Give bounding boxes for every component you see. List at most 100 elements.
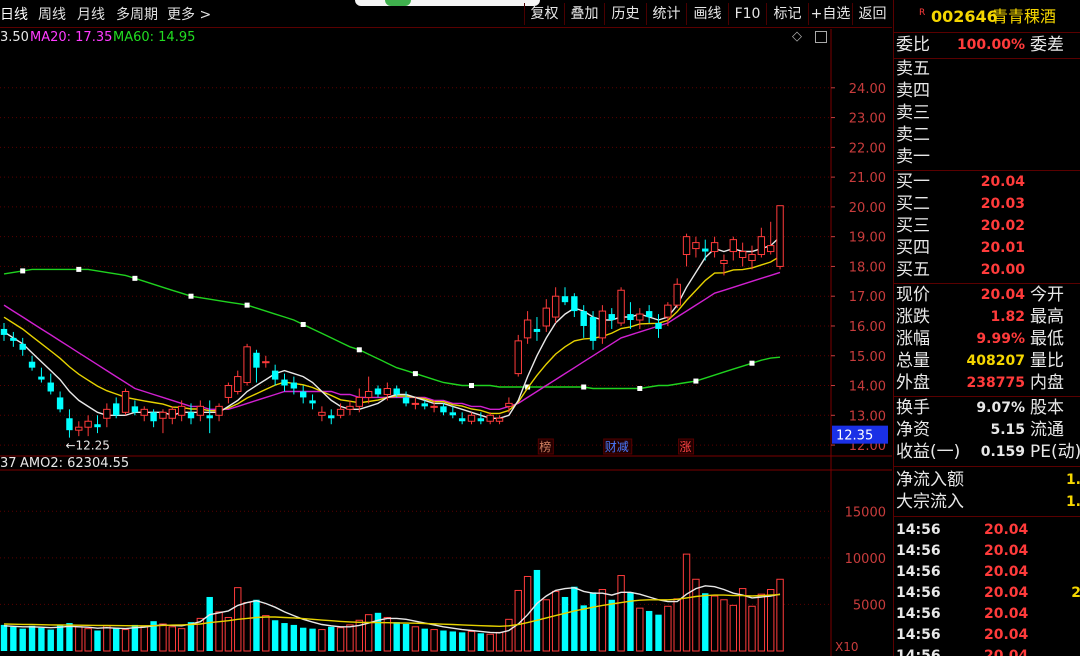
buy-4-row[interactable]: 买四 20.01 bbox=[894, 238, 1080, 259]
sell-2-row[interactable]: 卖二 bbox=[894, 125, 1080, 146]
ma60-marker bbox=[581, 384, 587, 390]
ma60-marker bbox=[20, 268, 26, 274]
volume-bar bbox=[113, 627, 120, 651]
candle-body bbox=[234, 376, 242, 392]
volume-bar bbox=[309, 628, 316, 651]
flow-value: 1. bbox=[1065, 494, 1080, 510]
tab-more[interactable]: 更多 > bbox=[167, 4, 211, 24]
volume-bar bbox=[748, 605, 756, 652]
ma60-marker bbox=[188, 293, 194, 299]
candle-body bbox=[458, 418, 466, 422]
ma60-marker bbox=[356, 347, 362, 353]
ma-legend-short: 3.50 bbox=[0, 30, 29, 45]
volume-bar bbox=[215, 611, 223, 652]
tick-row: 14:56 20.04 bbox=[894, 625, 1080, 646]
f10-button[interactable]: F10 bbox=[728, 3, 766, 25]
ma60-marker bbox=[76, 266, 82, 272]
stat-label: 净资 bbox=[896, 420, 930, 440]
buy-3-row[interactable]: 买三 20.02 bbox=[894, 216, 1080, 237]
candle-body bbox=[505, 402, 513, 407]
candle-body bbox=[393, 388, 400, 395]
draw-line-button[interactable]: 画线 bbox=[686, 3, 728, 25]
tick-time: 14:56 bbox=[896, 522, 941, 538]
volume-bar bbox=[84, 628, 92, 652]
stat-label: 外盘 bbox=[896, 373, 930, 393]
tab-monthly[interactable]: 月线 bbox=[77, 4, 105, 24]
volume-bar bbox=[533, 569, 541, 651]
candle-body bbox=[514, 340, 522, 375]
volume-bar bbox=[495, 631, 504, 652]
sell-5-row[interactable]: 卖五 bbox=[894, 59, 1080, 80]
candle-body bbox=[523, 319, 532, 339]
candle-body bbox=[206, 415, 213, 419]
volume-bar bbox=[477, 633, 485, 651]
volume-bar bbox=[430, 629, 438, 652]
candle-body bbox=[66, 418, 73, 431]
stat-row-eps: 收益(一) 0.159 PE(动) bbox=[894, 442, 1080, 463]
stat-label: 换手 bbox=[896, 398, 930, 418]
candle-body bbox=[47, 382, 54, 392]
r-badge: R bbox=[919, 8, 926, 18]
volume-bar bbox=[617, 575, 625, 652]
volume-bar bbox=[458, 632, 466, 651]
overlay-button[interactable]: 叠加 bbox=[564, 3, 604, 25]
buy-5-label: 买五 bbox=[896, 260, 930, 280]
ma60-marker bbox=[244, 302, 250, 308]
volume-bar bbox=[262, 615, 270, 652]
logo-strip bbox=[355, 0, 540, 6]
tab-multi-period[interactable]: 多周期 bbox=[116, 4, 158, 24]
candle-body bbox=[533, 328, 541, 332]
volume-bar bbox=[421, 628, 428, 651]
candle-body bbox=[720, 259, 728, 264]
back-button[interactable]: 返回 bbox=[852, 3, 892, 25]
candle-body bbox=[113, 403, 120, 416]
candle-body bbox=[561, 296, 569, 303]
buy-1-row[interactable]: 买一 20.04 bbox=[894, 172, 1080, 193]
buy-2-row[interactable]: 买二 20.03 bbox=[894, 194, 1080, 215]
stat-label2: 最高 bbox=[1030, 307, 1064, 327]
sell-3-row[interactable]: 卖三 bbox=[894, 103, 1080, 124]
restore-rights-button[interactable]: 复权 bbox=[524, 3, 564, 25]
kline-svg[interactable]: 24.00 23.00 22.00 21.00 20.00 19.00 18.00 17.00… bbox=[0, 29, 892, 656]
volume-bar bbox=[720, 599, 728, 652]
volume-bar bbox=[580, 605, 587, 651]
wei-bi-value: 100.00% bbox=[956, 37, 1025, 53]
sell-1-label: 卖一 bbox=[896, 147, 930, 167]
kline-chart[interactable]: 24.00 23.00 22.00 21.00 20.00 19.00 18.00 17.00… bbox=[0, 29, 892, 656]
buy-2-label: 买二 bbox=[896, 194, 930, 214]
candle-body bbox=[580, 311, 587, 326]
tab-daily[interactable]: 日线 bbox=[0, 4, 28, 24]
volume-bar bbox=[28, 625, 36, 651]
add-watchlist-button[interactable]: +自选 bbox=[808, 3, 852, 25]
sell-4-row[interactable]: 卖四 bbox=[894, 81, 1080, 102]
price-axis-label: 13.00 bbox=[849, 409, 886, 424]
volume-bar bbox=[655, 614, 662, 651]
tab-weekly[interactable]: 周线 bbox=[38, 4, 66, 24]
volume-bar bbox=[645, 610, 653, 651]
ma60-marker bbox=[132, 275, 138, 281]
volume-bar bbox=[47, 629, 54, 651]
stat-value: 238775 bbox=[966, 375, 1025, 391]
stat-label2: 量比 bbox=[1030, 351, 1064, 371]
sell-1-row[interactable]: 卖一 bbox=[894, 147, 1080, 168]
candle-body bbox=[177, 405, 186, 416]
volume-bar bbox=[710, 595, 719, 652]
stat-row-change: 涨跌 1.82 最高 bbox=[894, 307, 1080, 328]
mark-button[interactable]: 标记 bbox=[766, 3, 808, 25]
volume-bar bbox=[121, 629, 130, 652]
diamond-icon[interactable]: ◇ bbox=[792, 29, 802, 44]
statistics-button[interactable]: 统计 bbox=[646, 3, 686, 25]
volume-bar bbox=[738, 588, 747, 652]
buy-5-row[interactable]: 买五 20.00 bbox=[894, 260, 1080, 281]
price-axis-label: 16.00 bbox=[849, 320, 886, 335]
flow-label: 净流入额 bbox=[896, 470, 964, 490]
window-toggle-icon[interactable] bbox=[815, 31, 827, 43]
buy-5-price: 20.00 bbox=[980, 262, 1025, 278]
stat-row-outer: 外盘 238775 内盘 bbox=[894, 373, 1080, 394]
stat-label2: 内盘 bbox=[1030, 373, 1064, 393]
buy-3-label: 买三 bbox=[896, 216, 930, 236]
history-button[interactable]: 历史 bbox=[604, 3, 646, 25]
candle-body bbox=[336, 408, 345, 416]
volume-bar bbox=[411, 626, 420, 652]
price-axis-label: 17.00 bbox=[849, 290, 886, 305]
